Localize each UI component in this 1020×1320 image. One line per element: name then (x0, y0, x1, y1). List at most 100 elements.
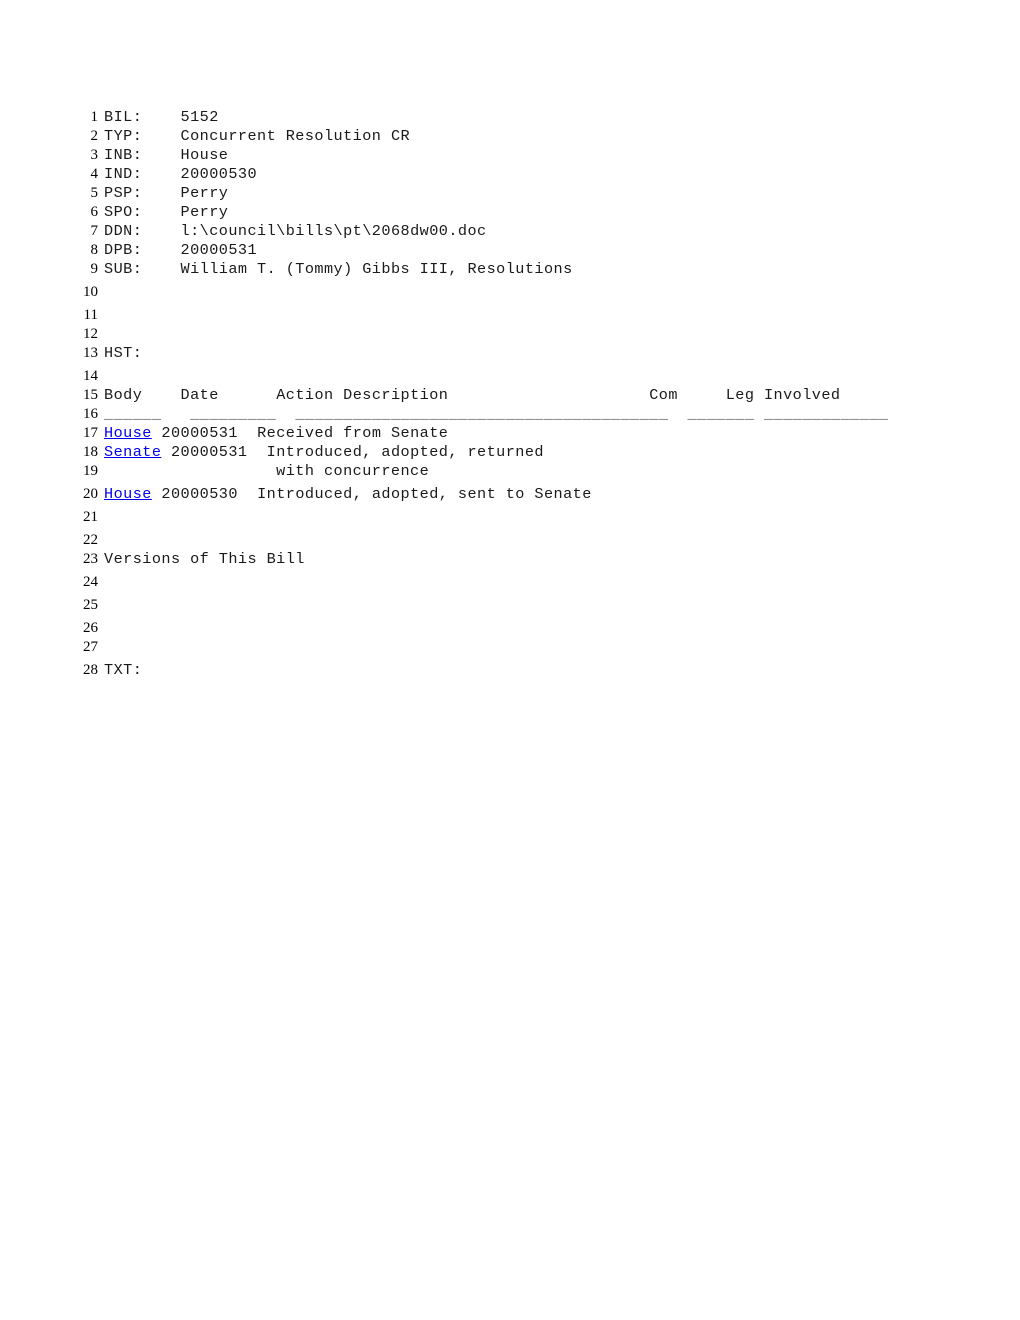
field-label: DPB: (104, 241, 143, 259)
blank-line: 11 (72, 306, 952, 325)
field-value: 5152 (180, 108, 219, 126)
line-number: 24 (83, 574, 98, 590)
body-link[interactable]: House (104, 485, 152, 503)
history-table-header: 15 Body Date Action Description Com Leg … (72, 386, 952, 405)
body-link[interactable]: House (104, 424, 152, 442)
line-number: 25 (83, 597, 98, 613)
field-label: SPO: (104, 203, 143, 221)
line-number: 23 (83, 551, 98, 567)
rule-leg: _____________ (763, 405, 889, 423)
history-row-content: House 20000530 Introduced, adopted, sent… (104, 485, 592, 504)
history-rule-row: ______ _________ _______________________… (104, 405, 888, 424)
bill-record-listing: 1 BIL: 5152 2 TYP: Concurrent Resolution… (72, 108, 952, 680)
blank-line: 10 (72, 283, 952, 302)
field-row: DPB: 20000531 (104, 241, 257, 260)
row-date: 20000531 (170, 443, 248, 461)
record-line: 6 SPO: Perry (72, 203, 952, 222)
line-number: 21 (83, 509, 98, 525)
row-date: 20000531 (161, 424, 238, 442)
column-header-date: Date (180, 386, 219, 404)
record-line: 8 DPB: 20000531 (72, 241, 952, 260)
rule-body: ______ (104, 405, 162, 423)
line-number: 4 (90, 166, 99, 182)
field-value: Perry (180, 184, 229, 202)
line-number: 26 (83, 620, 98, 636)
blank-line: 12 (72, 325, 952, 344)
field-row: SUB: William T. (Tommy) Gibbs III, Resol… (104, 260, 573, 279)
versions-label: Versions of This Bill (104, 550, 305, 568)
record-line: 3 INB: House (72, 146, 952, 165)
line-number: 15 (83, 387, 98, 403)
row-action: Introduced, adopted, returned (266, 443, 544, 461)
line-number: 13 (83, 345, 98, 361)
line-number: 6 (90, 204, 99, 220)
field-row: SPO: Perry (104, 203, 228, 222)
text-section-label: TXT: (104, 661, 143, 679)
row-action: with concurrence (276, 462, 430, 480)
field-label: TYP: (104, 127, 143, 145)
blank-line: 27 (72, 638, 952, 657)
field-value: Perry (180, 203, 229, 221)
blank-line: 21 (72, 508, 952, 527)
field-label: PSP: (104, 184, 143, 202)
field-value: 20000530 (180, 165, 258, 183)
rule-action: _______________________________________ (295, 405, 669, 423)
line-number: 16 (83, 406, 98, 422)
history-row-content: with concurrence (104, 462, 429, 481)
rule-date: _________ (190, 405, 277, 423)
history-table-row-continuation: 19 with concurrence (72, 462, 952, 481)
field-row: DDN: l:\council\bills\pt\2068dw00.doc (104, 222, 487, 241)
field-value: William T. (Tommy) Gibbs III, Resolution… (180, 260, 573, 278)
field-value: l:\council\bills\pt\2068dw00.doc (180, 222, 487, 240)
line-number: 17 (83, 425, 98, 441)
history-section-line: 13 HST: (72, 344, 952, 363)
field-label: INB: (104, 146, 143, 164)
line-number: 2 (90, 128, 99, 144)
field-row: BIL: 5152 (104, 108, 219, 127)
field-value: House (180, 146, 229, 164)
record-line: 7 DDN: l:\council\bills\pt\2068dw00.doc (72, 222, 952, 241)
record-line: 4 IND: 20000530 (72, 165, 952, 184)
rule-com: _______ (687, 405, 755, 423)
history-row-content: Senate 20000531 Introduced, adopted, ret… (104, 443, 544, 462)
field-row: TYP: Concurrent Resolution CR (104, 127, 410, 146)
column-header-com: Com (649, 386, 678, 404)
line-number: 7 (90, 223, 99, 239)
line-number: 1 (90, 109, 99, 125)
line-number: 28 (83, 662, 98, 678)
field-label: DDN: (104, 222, 143, 240)
field-label: IND: (104, 165, 143, 183)
record-line: 5 PSP: Perry (72, 184, 952, 203)
line-number: 5 (90, 185, 99, 201)
history-header-row: Body Date Action Description Com Leg Inv… (104, 386, 841, 405)
column-header-body: Body (104, 386, 143, 404)
text-section-line: 28 TXT: (72, 661, 952, 680)
document-page: 1 BIL: 5152 2 TYP: Concurrent Resolution… (0, 0, 1020, 1320)
line-number: 11 (83, 307, 98, 323)
field-label: BIL: (104, 108, 143, 126)
line-number: 22 (83, 532, 98, 548)
blank-line: 14 (72, 367, 952, 386)
line-number: 18 (83, 444, 98, 460)
versions-line: 23 Versions of This Bill (72, 550, 952, 569)
body-link[interactable]: Senate (104, 443, 161, 461)
history-section-label: HST: (104, 344, 143, 362)
field-value: 20000531 (180, 241, 258, 259)
blank-line: 25 (72, 596, 952, 615)
record-line: 1 BIL: 5152 (72, 108, 952, 127)
line-number: 19 (83, 463, 98, 479)
record-line: 9 SUB: William T. (Tommy) Gibbs III, Res… (72, 260, 952, 279)
column-header-leg: Leg Involved (725, 386, 841, 404)
field-label: SUB: (104, 260, 143, 278)
history-table-rule: 16 ______ _________ ____________________… (72, 405, 952, 424)
line-number: 27 (83, 639, 98, 655)
record-line: 2 TYP: Concurrent Resolution CR (72, 127, 952, 146)
line-number: 14 (83, 368, 98, 384)
field-row: INB: House (104, 146, 228, 165)
blank-line: 22 (72, 531, 952, 550)
line-number: 9 (90, 261, 99, 277)
blank-line: 26 (72, 619, 952, 638)
row-action: Introduced, adopted, sent to Senate (257, 485, 592, 503)
field-value: Concurrent Resolution CR (180, 127, 411, 145)
row-date: 20000530 (161, 485, 238, 503)
